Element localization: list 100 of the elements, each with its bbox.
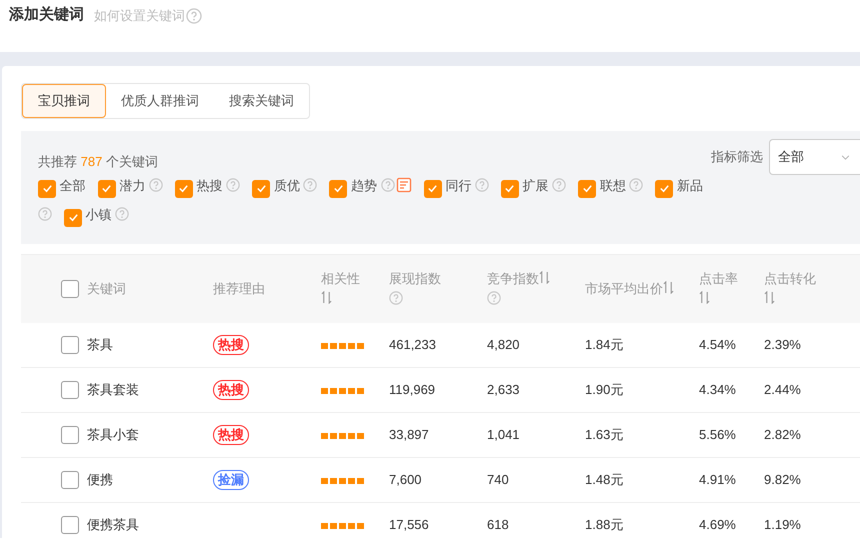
keyword-cell-text: 茶具 xyxy=(87,336,113,354)
check-icon xyxy=(101,183,112,194)
help-icon[interactable] xyxy=(474,178,489,192)
column-header: 关键词 xyxy=(87,280,126,298)
reason-tag: 热搜 xyxy=(213,335,249,355)
checkbox[interactable] xyxy=(252,180,270,198)
metric-label: 指标筛选 xyxy=(711,148,763,166)
check-icon xyxy=(68,212,78,223)
checkbox[interactable] xyxy=(655,180,674,198)
check-icon xyxy=(582,183,593,194)
table-cell: 2.44% xyxy=(764,382,801,398)
help-icon[interactable] xyxy=(303,178,318,192)
metric-select[interactable]: 全部 xyxy=(769,139,860,175)
table-cell: 33,897 xyxy=(389,427,429,442)
keyword-cell-text: 茶具小套 xyxy=(87,426,139,444)
help-icon[interactable] xyxy=(487,291,501,305)
table-cell: 17,556 xyxy=(389,517,429,532)
checkbox[interactable] xyxy=(61,280,79,298)
table-cell: 1.90元 xyxy=(585,382,624,398)
summary-text: 共推荐 787 个关键词 xyxy=(38,152,158,171)
column-header: 点击转化 xyxy=(764,271,816,286)
option-label: 新品 xyxy=(677,178,703,193)
table-cell: 740 xyxy=(487,472,509,488)
help-icon[interactable] xyxy=(629,178,644,192)
check-icon xyxy=(332,183,344,194)
column-header: 竞争指数 xyxy=(487,271,539,286)
option-label: 趋势 xyxy=(351,178,377,193)
help-icon[interactable] xyxy=(115,207,130,221)
table-cell: 1.48元 xyxy=(585,472,624,488)
checkbox[interactable] xyxy=(61,336,79,354)
column-header: 推荐理由 xyxy=(213,281,265,296)
checkbox[interactable] xyxy=(424,180,442,198)
checkbox[interactable] xyxy=(329,180,348,198)
reason-tag: 热搜 xyxy=(213,380,249,400)
sort-icon[interactable] xyxy=(764,291,775,304)
help-icon[interactable] xyxy=(186,8,202,24)
table-cell: 9.82% xyxy=(764,472,801,488)
keyword-cell-text: 茶具套装 xyxy=(87,381,139,400)
option-label: 小镇 xyxy=(86,207,112,222)
sort-icon[interactable] xyxy=(699,291,710,304)
table-cell: 2.39% xyxy=(764,337,801,352)
table-cell: 4.54% xyxy=(699,337,736,352)
chevron-down-icon xyxy=(841,154,850,160)
checkbox[interactable] xyxy=(61,471,79,489)
page-title: 添加关键词 xyxy=(9,5,84,25)
table-cell: 2,633 xyxy=(487,382,520,398)
checkbox[interactable] xyxy=(61,381,79,399)
option-label: 联想 xyxy=(600,178,626,193)
option-label: 潜力 xyxy=(119,178,146,193)
table-cell: 1.63元 xyxy=(585,427,624,442)
table-cell: 2.82% xyxy=(764,427,801,442)
check-icon xyxy=(658,183,670,194)
column-header: 展现指数 xyxy=(389,271,441,286)
table-cell: 7,600 xyxy=(389,472,422,488)
table-cell: 1,041 xyxy=(487,427,520,442)
option-label: 同行 xyxy=(445,178,472,193)
tab[interactable]: 宝贝推词 xyxy=(22,84,106,118)
check-icon xyxy=(504,183,516,194)
checkbox[interactable] xyxy=(61,426,79,444)
tab[interactable]: 搜索关键词 xyxy=(214,84,309,118)
column-header: 市场平均出价 xyxy=(585,281,663,296)
checkbox[interactable] xyxy=(61,516,79,534)
table-cell: 4.91% xyxy=(699,472,736,488)
table-cell: 119,969 xyxy=(389,382,436,398)
help-icon[interactable] xyxy=(226,178,240,192)
checkbox[interactable] xyxy=(174,180,193,198)
reason-tag: 热搜 xyxy=(213,425,249,445)
help-icon[interactable] xyxy=(38,207,52,221)
sort-icon[interactable] xyxy=(539,271,550,284)
table-cell: 4.69% xyxy=(699,517,736,532)
table-cell: 4.34% xyxy=(699,382,736,398)
sort-icon[interactable] xyxy=(321,291,332,304)
keyword-cell-text: 便携茶具 xyxy=(87,516,139,534)
sort-icon[interactable] xyxy=(663,281,674,294)
checkbox[interactable] xyxy=(578,180,596,198)
table-cell: 4,820 xyxy=(487,337,520,352)
table-cell: 1.84元 xyxy=(585,337,624,352)
reason-tag: 捡漏 xyxy=(213,470,249,490)
help-icon[interactable] xyxy=(380,178,395,192)
table-cell: 1.19% xyxy=(764,517,801,532)
help-icon[interactable] xyxy=(148,178,163,192)
checkbox[interactable] xyxy=(500,180,519,198)
help-icon[interactable] xyxy=(389,291,403,305)
check-icon xyxy=(42,183,52,194)
keyword-cell-text: 便携 xyxy=(87,471,113,490)
column-header: 相关性 xyxy=(321,271,360,286)
tab[interactable]: 优质人群推词 xyxy=(106,84,214,118)
checkbox[interactable] xyxy=(38,180,56,198)
check-icon xyxy=(427,183,438,194)
table-cell: 1.88元 xyxy=(585,517,624,532)
option-label: 扩展 xyxy=(522,178,548,193)
help-icon[interactable] xyxy=(552,178,566,192)
checkbox[interactable] xyxy=(64,208,82,226)
check-icon xyxy=(256,183,267,194)
option-label: 质优 xyxy=(274,178,300,193)
table-cell: 461,233 xyxy=(389,337,436,352)
checkbox[interactable] xyxy=(98,180,116,198)
column-header: 点击率 xyxy=(699,271,738,286)
option-label: 全部 xyxy=(60,178,86,193)
table-cell: 5.56% xyxy=(699,427,736,442)
